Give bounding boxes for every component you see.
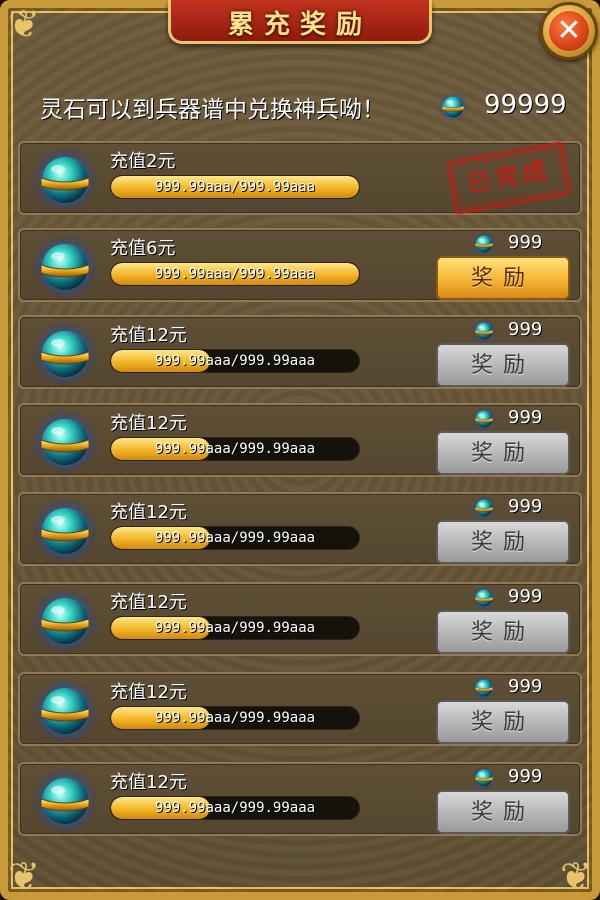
spirit-stone-icon xyxy=(472,676,496,700)
reward-count: 999 xyxy=(508,232,543,253)
claim-reward-button[interactable]: 奖励 xyxy=(436,520,570,564)
corner-ornament-icon: ❦ xyxy=(560,854,592,898)
progress-bar: 999.99aaa/999.99aaa xyxy=(110,175,360,199)
info-text: 灵石可以到兵器谱中兑换神兵呦！ xyxy=(40,97,385,123)
reward-count: 999 xyxy=(508,676,543,697)
recharge-label: 充值2元 xyxy=(110,151,176,172)
info-line: 灵石可以到兵器谱中兑换神兵呦！ 99999 xyxy=(40,88,567,128)
progress-bar: 999.99aaa/999.99aaa xyxy=(110,796,360,820)
spirit-stone-orb-icon xyxy=(32,678,98,744)
progress-text: 999.99aaa/999.99aaa xyxy=(154,530,316,546)
spirit-stone-orb-icon xyxy=(32,409,98,475)
progress-bar: 999.99aaa/999.99aaa xyxy=(110,616,360,640)
reward-count: 999 xyxy=(508,586,543,607)
spirit-stone-icon xyxy=(438,92,468,122)
completed-stamp: 已完成 xyxy=(446,141,572,215)
currency-count: 99999 xyxy=(484,90,567,120)
title-banner: 累充奖励 xyxy=(168,0,432,44)
reward-count: 999 xyxy=(508,766,543,787)
spirit-stone-icon xyxy=(472,586,496,610)
reward-count: 999 xyxy=(508,496,543,517)
reward-row: 充值12元 999.99aaa/999.99aaa 999 奖励 xyxy=(18,315,582,389)
reward-row: 充值12元 999.99aaa/999.99aaa 999 奖励 xyxy=(18,762,582,836)
claim-reward-button[interactable]: 奖励 xyxy=(436,431,570,475)
progress-bar: 999.99aaa/999.99aaa xyxy=(110,706,360,730)
page-title: 累充奖励 xyxy=(227,10,372,40)
corner-ornament-icon: ❦ xyxy=(8,854,40,898)
spirit-stone-icon xyxy=(472,407,496,431)
progress-text: 999.99aaa/999.99aaa xyxy=(154,179,316,195)
recharge-label: 充值12元 xyxy=(110,682,187,703)
close-button[interactable]: ✕ xyxy=(540,2,598,60)
reward-row: 充值6元 999.99aaa/999.99aaa 999 奖励 xyxy=(18,228,582,302)
reward-row: 充值12元 999.99aaa/999.99aaa 999 奖励 xyxy=(18,492,582,566)
reward-row: 充值12元 999.99aaa/999.99aaa 999 奖励 xyxy=(18,672,582,746)
recharge-label: 充值12元 xyxy=(110,592,187,613)
spirit-stone-icon xyxy=(472,319,496,343)
recharge-label: 充值12元 xyxy=(110,772,187,793)
spirit-stone-icon xyxy=(472,496,496,520)
progress-text: 999.99aaa/999.99aaa xyxy=(154,353,316,369)
reward-row: 充值2元 999.99aaa/999.99aaa 已完成 xyxy=(18,141,582,215)
spirit-stone-orb-icon xyxy=(32,321,98,387)
progress-text: 999.99aaa/999.99aaa xyxy=(154,441,316,457)
spirit-stone-icon xyxy=(472,766,496,790)
reward-count: 999 xyxy=(508,319,543,340)
claim-reward-button[interactable]: 奖励 xyxy=(436,256,570,300)
spirit-stone-orb-icon xyxy=(32,147,98,213)
progress-text: 999.99aaa/999.99aaa xyxy=(154,620,316,636)
spirit-stone-icon xyxy=(472,232,496,256)
progress-text: 999.99aaa/999.99aaa xyxy=(154,266,316,282)
spirit-stone-orb-icon xyxy=(32,498,98,564)
reward-row: 充值12元 999.99aaa/999.99aaa 999 奖励 xyxy=(18,582,582,656)
claim-reward-button[interactable]: 奖励 xyxy=(436,343,570,387)
close-icon: ✕ xyxy=(549,11,589,51)
spirit-stone-orb-icon xyxy=(32,588,98,654)
claim-reward-button[interactable]: 奖励 xyxy=(436,700,570,744)
recharge-label: 充值12元 xyxy=(110,413,187,434)
progress-bar: 999.99aaa/999.99aaa xyxy=(110,262,360,286)
recharge-label: 充值12元 xyxy=(110,325,187,346)
progress-bar: 999.99aaa/999.99aaa xyxy=(110,526,360,550)
reward-row: 充值12元 999.99aaa/999.99aaa 999 奖励 xyxy=(18,403,582,477)
spirit-stone-orb-icon xyxy=(32,768,98,834)
spirit-stone-orb-icon xyxy=(32,234,98,300)
recharge-label: 充值12元 xyxy=(110,502,187,523)
progress-bar: 999.99aaa/999.99aaa xyxy=(110,349,360,373)
recharge-label: 充值6元 xyxy=(110,238,176,259)
progress-bar: 999.99aaa/999.99aaa xyxy=(110,437,360,461)
corner-ornament-icon: ❦ xyxy=(8,2,40,46)
reward-count: 999 xyxy=(508,407,543,428)
claim-reward-button[interactable]: 奖励 xyxy=(436,610,570,654)
progress-text: 999.99aaa/999.99aaa xyxy=(154,800,316,816)
progress-text: 999.99aaa/999.99aaa xyxy=(154,710,316,726)
claim-reward-button[interactable]: 奖励 xyxy=(436,790,570,834)
